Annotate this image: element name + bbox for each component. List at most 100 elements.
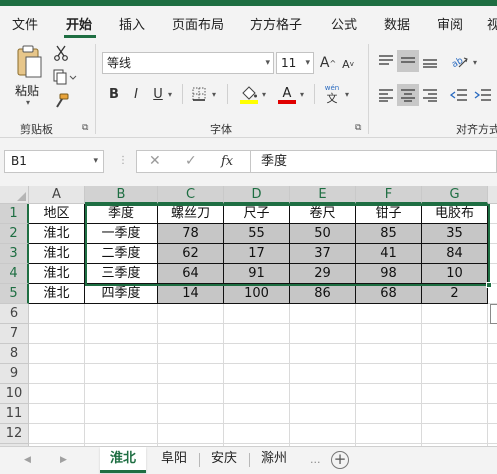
cell[interactable]: 淮北 (29, 244, 85, 264)
cell[interactable]: 29 (290, 264, 356, 284)
underline-button[interactable]: U (150, 84, 166, 104)
cell[interactable]: 淮北 (29, 264, 85, 284)
cell[interactable] (290, 364, 356, 384)
cell[interactable] (488, 364, 497, 384)
more-sheets-button[interactable]: ... (310, 453, 321, 466)
cell[interactable] (356, 344, 422, 364)
formula-input[interactable]: 季度 (251, 150, 497, 173)
cell[interactable]: 55 (224, 224, 290, 244)
font-color-icon[interactable]: A (276, 83, 298, 105)
font-launcher-icon[interactable]: ⧉ (355, 123, 361, 133)
cell[interactable]: 一季度 (85, 224, 158, 244)
cell[interactable] (488, 264, 497, 284)
cell[interactable]: 100 (224, 284, 290, 304)
cell[interactable]: 84 (422, 244, 488, 264)
cancel-button[interactable]: ✕ (149, 151, 161, 172)
column-header-f[interactable]: F (356, 186, 422, 204)
cell[interactable] (85, 304, 158, 324)
cell[interactable] (422, 304, 488, 324)
prev-sheet-icon[interactable]: ◀ (24, 455, 31, 465)
cell[interactable] (290, 344, 356, 364)
sheet-tab-fuyang[interactable]: 阜阳 (152, 447, 196, 473)
cell[interactable]: 64 (158, 264, 224, 284)
column-header-g[interactable]: G (422, 186, 488, 204)
cell[interactable]: 四季度 (85, 284, 158, 304)
align-left-icon[interactable] (376, 84, 396, 106)
cut-icon[interactable] (52, 44, 70, 62)
underline-dropdown-icon[interactable]: ▾ (168, 90, 172, 99)
cell[interactable]: 地区 (29, 204, 85, 224)
row-header-12[interactable]: 12 (0, 424, 29, 444)
cell[interactable] (158, 364, 224, 384)
sheet-tab-anqing[interactable]: 安庆 (202, 447, 246, 473)
cell[interactable] (224, 364, 290, 384)
cell[interactable] (158, 324, 224, 344)
cell[interactable] (224, 404, 290, 424)
cell[interactable]: 37 (290, 244, 356, 264)
align-middle-icon[interactable] (397, 50, 419, 72)
formula-bar-splitter-icon[interactable]: ⋮ (118, 155, 128, 166)
cell[interactable] (422, 384, 488, 404)
cell[interactable]: 淮北 (29, 284, 85, 304)
cell[interactable] (422, 344, 488, 364)
cell[interactable]: 91 (224, 264, 290, 284)
cell[interactable] (29, 324, 85, 344)
cell[interactable]: 2 (422, 284, 488, 304)
cell[interactable] (422, 324, 488, 344)
align-center-icon[interactable] (397, 84, 419, 106)
row-header-6[interactable]: 6 (0, 304, 29, 324)
orientation-dropdown-icon[interactable]: ▾ (473, 58, 477, 67)
cell[interactable] (488, 384, 497, 404)
orientation-icon[interactable]: ab (448, 50, 470, 72)
cell[interactable] (29, 344, 85, 364)
row-header-2[interactable]: 2 (0, 224, 29, 244)
spreadsheet-grid[interactable]: A B C D E F G 1 地区 季度 螺丝刀 尺子 卷尺 钳子 电胶布 2 淮北 一季度 78 55 50 85 35… (0, 186, 497, 446)
align-top-icon[interactable] (376, 50, 396, 72)
paste-button[interactable]: 粘贴 (15, 82, 39, 99)
name-box-dropdown-icon[interactable]: ▾ (93, 151, 98, 172)
column-header-c[interactable]: C (158, 186, 224, 204)
select-all-button[interactable] (0, 186, 29, 204)
cell[interactable] (85, 364, 158, 384)
cell[interactable]: 35 (422, 224, 488, 244)
cell[interactable]: 14 (158, 284, 224, 304)
cell[interactable] (356, 404, 422, 424)
font-size-dropdown-icon[interactable]: ▾ (305, 53, 310, 73)
cell[interactable] (488, 224, 497, 244)
cell[interactable] (356, 304, 422, 324)
border-icon[interactable] (190, 85, 208, 103)
cell[interactable] (85, 404, 158, 424)
cell[interactable]: 二季度 (85, 244, 158, 264)
cell[interactable] (488, 244, 497, 264)
cell[interactable]: 季度 (85, 204, 158, 224)
phonetic-dropdown-icon[interactable]: ▾ (345, 90, 349, 99)
cell[interactable]: 78 (158, 224, 224, 244)
column-header-a[interactable]: A (29, 186, 85, 204)
cell[interactable] (29, 304, 85, 324)
tab-page-layout[interactable]: 页面布局 (172, 14, 224, 33)
cell[interactable] (158, 304, 224, 324)
font-size-combo[interactable]: 11 ▾ (276, 52, 314, 74)
cell[interactable] (422, 364, 488, 384)
cell[interactable] (29, 364, 85, 384)
bold-button[interactable]: B (106, 84, 122, 104)
cell[interactable] (422, 404, 488, 424)
fill-color-dropdown-icon[interactable]: ▾ (262, 90, 266, 99)
cell[interactable] (356, 384, 422, 404)
border-dropdown-icon[interactable]: ▾ (212, 90, 216, 99)
quick-analysis-icon[interactable] (490, 304, 497, 324)
cell[interactable] (422, 424, 488, 444)
cell[interactable] (224, 424, 290, 444)
cell[interactable]: 68 (356, 284, 422, 304)
cell[interactable] (488, 424, 497, 444)
cell[interactable]: 螺丝刀 (158, 204, 224, 224)
sheet-tab-huaibei[interactable]: 淮北 (100, 447, 146, 473)
tab-data[interactable]: 数据 (384, 14, 410, 33)
row-header-4[interactable]: 4 (0, 264, 29, 284)
cell[interactable] (290, 424, 356, 444)
cell[interactable]: 尺子 (224, 204, 290, 224)
cell[interactable]: 50 (290, 224, 356, 244)
phonetic-guide-button[interactable]: wén 文 (322, 82, 342, 106)
shrink-font-button[interactable]: Av (340, 55, 356, 73)
tab-view[interactable]: 视 (487, 14, 497, 33)
